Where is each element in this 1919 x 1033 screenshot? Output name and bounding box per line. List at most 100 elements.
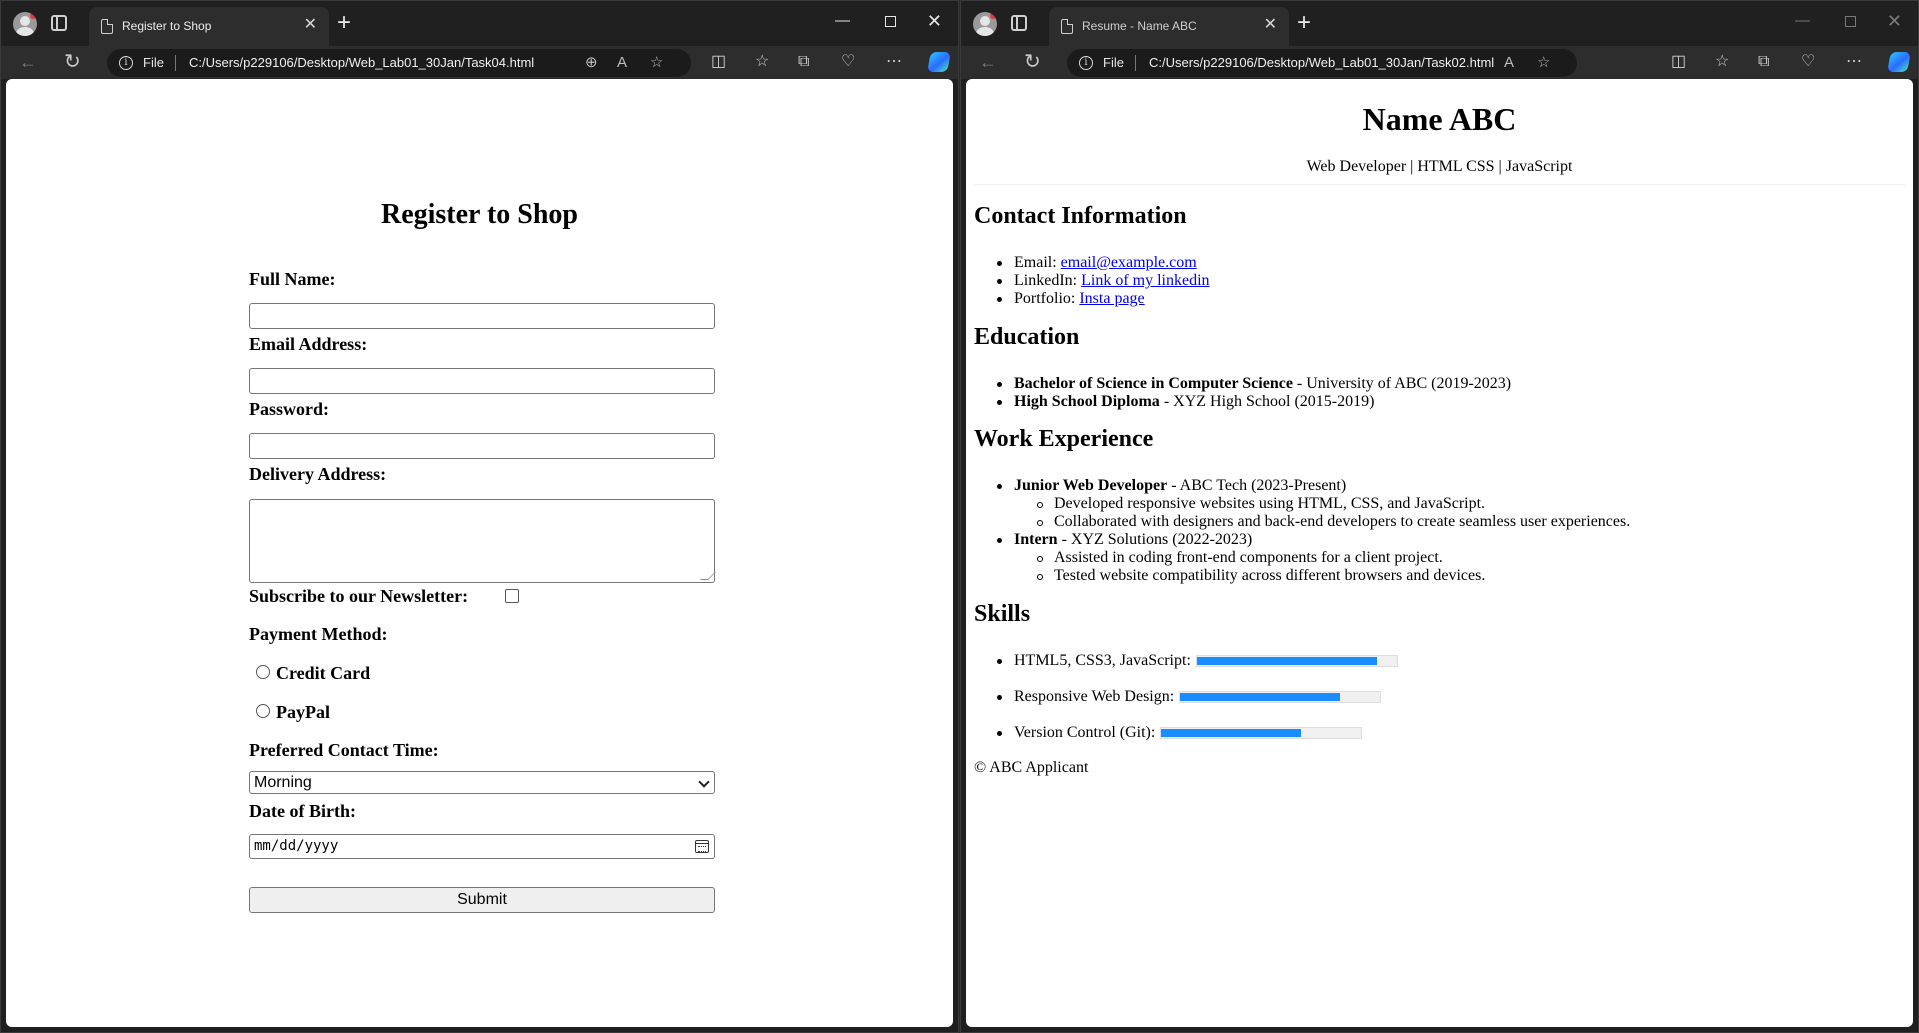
skill-progress-bar	[1179, 691, 1382, 704]
skill-progress-fill	[1161, 729, 1302, 738]
contact-time-value: Morning	[254, 774, 312, 791]
submit-button[interactable]: Submit	[249, 887, 715, 913]
education-item: High School Diploma - XYZ High School (2…	[997, 393, 1374, 411]
page-title: Register to Shop	[380, 199, 579, 230]
address-bar[interactable]: i File C:/Users/p229106/Desktop/Web_Lab0…	[107, 49, 691, 77]
work-point: Collaborated with designers and back-end…	[1037, 513, 1630, 531]
calendar-icon[interactable]	[695, 840, 709, 853]
resume-name: Name ABC	[1362, 101, 1517, 137]
close-icon[interactable]: ✕	[1264, 16, 1277, 34]
close-window-icon[interactable]: ✕	[1887, 11, 1902, 31]
favorite-star-icon[interactable]: ☆	[1537, 53, 1550, 73]
favorites-icon[interactable]: ☆	[755, 51, 769, 73]
profile-avatar-icon[interactable]	[973, 12, 997, 36]
divider	[974, 184, 1905, 185]
back-arrow-icon[interactable]: ←	[979, 51, 997, 73]
url-text[interactable]: C:/Users/p229106/Desktop/Web_Lab01_30Jan…	[189, 55, 534, 70]
copilot-icon[interactable]	[927, 52, 951, 72]
browser-essentials-icon[interactable]: ♡	[841, 51, 855, 73]
document-icon	[1061, 19, 1073, 34]
read-aloud-icon[interactable]: A	[617, 53, 627, 73]
work-point: Developed responsive websites using HTML…	[1037, 495, 1485, 513]
full-name-label: Full Name:	[249, 269, 336, 289]
favorite-star-icon[interactable]: ☆	[650, 53, 663, 73]
skill-item: HTML5, CSS3, JavaScript:	[997, 652, 1398, 670]
tab-actions-icon[interactable]	[1011, 15, 1027, 31]
split-screen-icon[interactable]: ◫	[1671, 51, 1686, 73]
credit-card-radio[interactable]	[256, 665, 270, 679]
info-icon[interactable]: i	[119, 56, 133, 70]
contact-email: Email: email@example.com	[997, 254, 1197, 272]
favorites-icon[interactable]: ☆	[1715, 51, 1729, 73]
address-bar[interactable]: i File C:/Users/p229106/Desktop/Web_Lab0…	[1067, 49, 1577, 77]
maximize-icon[interactable]	[1845, 16, 1856, 27]
tab-strip: Resume - Name ABC ✕ + — ✕	[961, 1, 1918, 46]
delivery-address-textarea[interactable]	[249, 499, 715, 583]
back-arrow-icon[interactable]: ←	[19, 51, 37, 73]
resume-subtitle: Web Developer | HTML CSS | JavaScript	[1306, 158, 1573, 175]
file-label: File	[143, 55, 164, 70]
minimize-icon[interactable]: —	[1795, 11, 1810, 31]
profile-avatar-icon[interactable]	[13, 12, 37, 36]
more-icon[interactable]: ⋯	[886, 51, 902, 73]
close-icon[interactable]: ✕	[304, 16, 317, 34]
info-icon[interactable]: i	[1079, 56, 1093, 70]
email-link[interactable]: email@example.com	[1061, 254, 1197, 271]
education-item: Bachelor of Science in Computer Science …	[997, 375, 1511, 393]
chevron-down-icon	[698, 776, 710, 788]
reload-icon[interactable]: ↻	[64, 51, 81, 73]
more-icon[interactable]: ⋯	[1846, 51, 1862, 73]
work-point: Assisted in coding front-end components …	[1037, 549, 1443, 567]
navigation-toolbar: ← ↻ i File C:/Users/p229106/Desktop/Web_…	[1, 46, 958, 79]
url-text[interactable]: C:/Users/p229106/Desktop/Web_Lab01_30Jan…	[1149, 55, 1494, 70]
full-name-input[interactable]	[249, 303, 715, 329]
skill-progress-fill	[1180, 693, 1341, 702]
file-label: File	[1103, 55, 1124, 70]
close-window-icon[interactable]: ✕	[927, 11, 942, 31]
tab-title: Register to Shop	[122, 19, 212, 33]
date-of-birth-label: Date of Birth:	[249, 801, 356, 821]
copilot-icon[interactable]	[1887, 52, 1911, 72]
credit-card-label: Credit Card	[276, 663, 371, 683]
skills-heading: Skills	[974, 601, 1031, 627]
skill-item: Responsive Web Design:	[997, 688, 1382, 706]
url-separator	[175, 55, 176, 71]
linkedin-link[interactable]: Link of my linkedin	[1081, 272, 1209, 289]
url-separator	[1135, 55, 1136, 71]
reload-icon[interactable]: ↻	[1024, 51, 1041, 73]
skill-progress-bar	[1160, 727, 1363, 740]
tab-resume[interactable]: Resume - Name ABC ✕	[1049, 7, 1289, 46]
plus-icon[interactable]: +	[337, 9, 351, 37]
education-heading: Education	[974, 324, 1080, 350]
tab-actions-icon[interactable]	[51, 15, 67, 31]
maximize-icon[interactable]	[885, 16, 896, 27]
payment-method-label: Payment Method:	[249, 624, 388, 644]
skill-progress-bar	[1195, 655, 1398, 668]
navigation-toolbar: ← ↻ i File C:/Users/p229106/Desktop/Web_…	[961, 46, 1918, 79]
contact-linkedin: LinkedIn: Link of my linkedin	[997, 272, 1210, 290]
skill-progress-fill	[1196, 657, 1377, 666]
work-point: Tested website compatibility across diff…	[1037, 567, 1485, 585]
split-screen-icon[interactable]: ◫	[711, 51, 726, 73]
password-label: Password:	[249, 399, 329, 419]
read-aloud-icon[interactable]: A	[1504, 53, 1514, 73]
tab-register-to-shop[interactable]: Register to Shop ✕	[89, 7, 329, 46]
newsletter-checkbox[interactable]	[505, 589, 519, 603]
contact-time-select[interactable]: Morning	[249, 771, 715, 794]
plus-icon[interactable]: +	[1297, 9, 1311, 37]
browser-essentials-icon[interactable]: ♡	[1801, 51, 1815, 73]
page-content: Register to Shop Full Name: Email Addres…	[6, 79, 953, 1027]
email-input[interactable]	[249, 368, 715, 394]
collections-icon[interactable]: ⧉	[1758, 51, 1769, 73]
zoom-icon[interactable]: ⊕	[585, 53, 598, 73]
paypal-radio[interactable]	[256, 704, 270, 718]
browser-window-resume: Resume - Name ABC ✕ + — ✕ ← ↻ i File C:/…	[960, 0, 1919, 1033]
date-placeholder: mm/dd/yyyy	[254, 838, 339, 854]
date-of-birth-input[interactable]: mm/dd/yyyy	[249, 834, 715, 859]
contact-heading: Contact Information	[974, 203, 1187, 229]
paypal-label: PayPal	[276, 702, 330, 722]
portfolio-link[interactable]: Insta page	[1079, 290, 1144, 307]
collections-icon[interactable]: ⧉	[798, 51, 809, 73]
password-input[interactable]	[249, 433, 715, 459]
minimize-icon[interactable]: —	[835, 11, 850, 31]
